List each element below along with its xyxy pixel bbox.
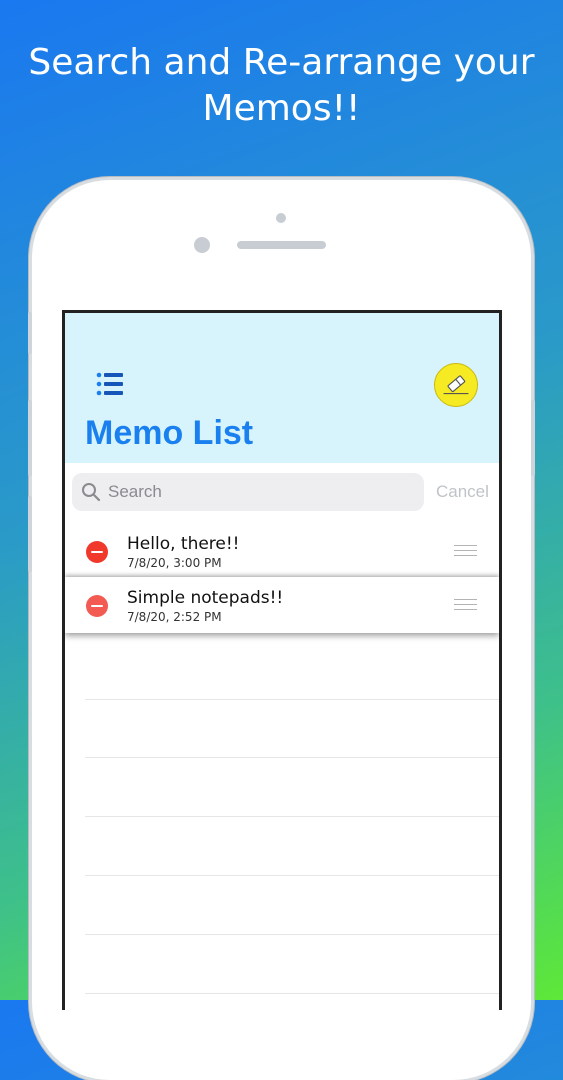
row-separator — [85, 816, 499, 817]
earpiece-speaker — [237, 241, 326, 249]
search-placeholder: Search — [108, 482, 162, 501]
compose-icon — [443, 375, 469, 395]
app-screen: Memo List Search Cancel Hello, there!! 7… — [62, 310, 502, 1010]
memo-title: Hello, there!! — [127, 534, 240, 554]
list-icon[interactable] — [95, 371, 125, 397]
row-separator — [85, 875, 499, 876]
front-sensor — [276, 213, 286, 223]
cancel-button[interactable]: Cancel — [436, 482, 489, 502]
memo-date: 7/8/20, 2:52 PM — [127, 610, 222, 624]
silent-switch — [28, 312, 32, 354]
volume-down-button — [28, 496, 32, 572]
row-separator — [85, 993, 499, 994]
search-icon — [82, 483, 101, 502]
memo-row[interactable]: Hello, there!! 7/8/20, 3:00 PM — [65, 523, 499, 581]
compose-button[interactable] — [434, 363, 478, 407]
search-field[interactable]: Search — [72, 473, 424, 511]
drag-handle-icon[interactable] — [454, 545, 477, 557]
minus-circle-icon[interactable] — [86, 595, 108, 617]
drag-handle-icon[interactable] — [454, 599, 477, 611]
page-title: Memo List — [85, 414, 254, 452]
row-separator — [85, 934, 499, 935]
memo-row[interactable]: Simple notepads!! 7/8/20, 2:52 PM — [65, 577, 499, 633]
volume-up-button — [28, 400, 32, 476]
row-separator — [85, 757, 499, 758]
promo-headline: Search and Re-arrange your Memos!! — [28, 42, 535, 129]
memo-title: Simple notepads!! — [127, 588, 284, 608]
row-separator — [85, 699, 499, 700]
memo-date: 7/8/20, 3:00 PM — [127, 556, 222, 570]
minus-circle-icon[interactable] — [86, 541, 108, 563]
power-button — [531, 400, 535, 476]
navigation-bar: Memo List — [65, 313, 499, 463]
front-camera — [194, 237, 210, 253]
